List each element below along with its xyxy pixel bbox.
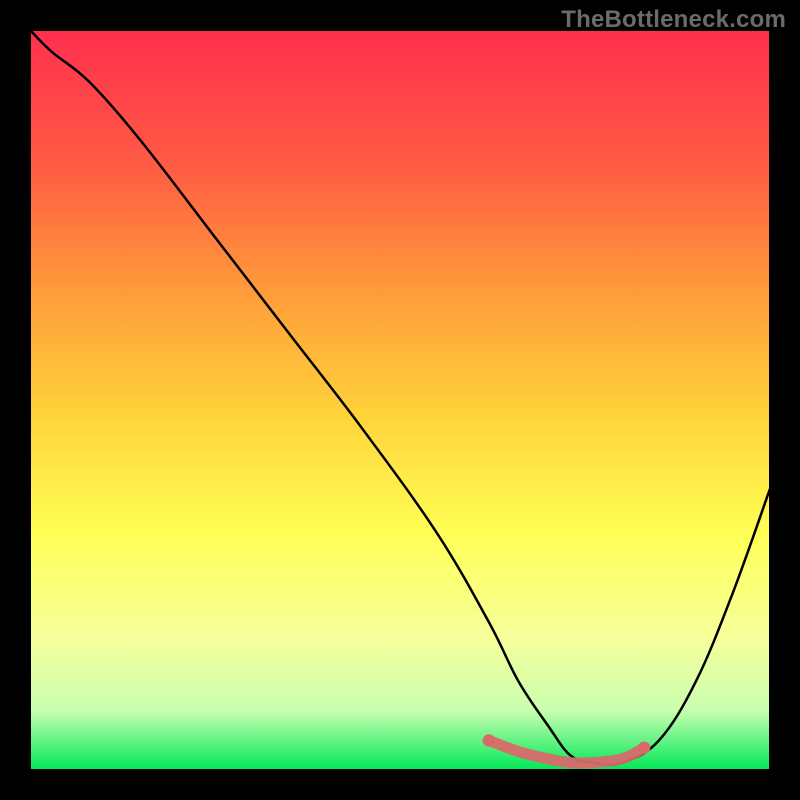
optimal-zone-end-dot (638, 742, 650, 754)
optimal-zone-start-dot (483, 734, 495, 746)
chart-svg (0, 0, 800, 800)
watermark-text: TheBottleneck.com (561, 6, 786, 34)
plot-area (30, 30, 770, 770)
chart-canvas: TheBottleneck.com (0, 0, 800, 800)
